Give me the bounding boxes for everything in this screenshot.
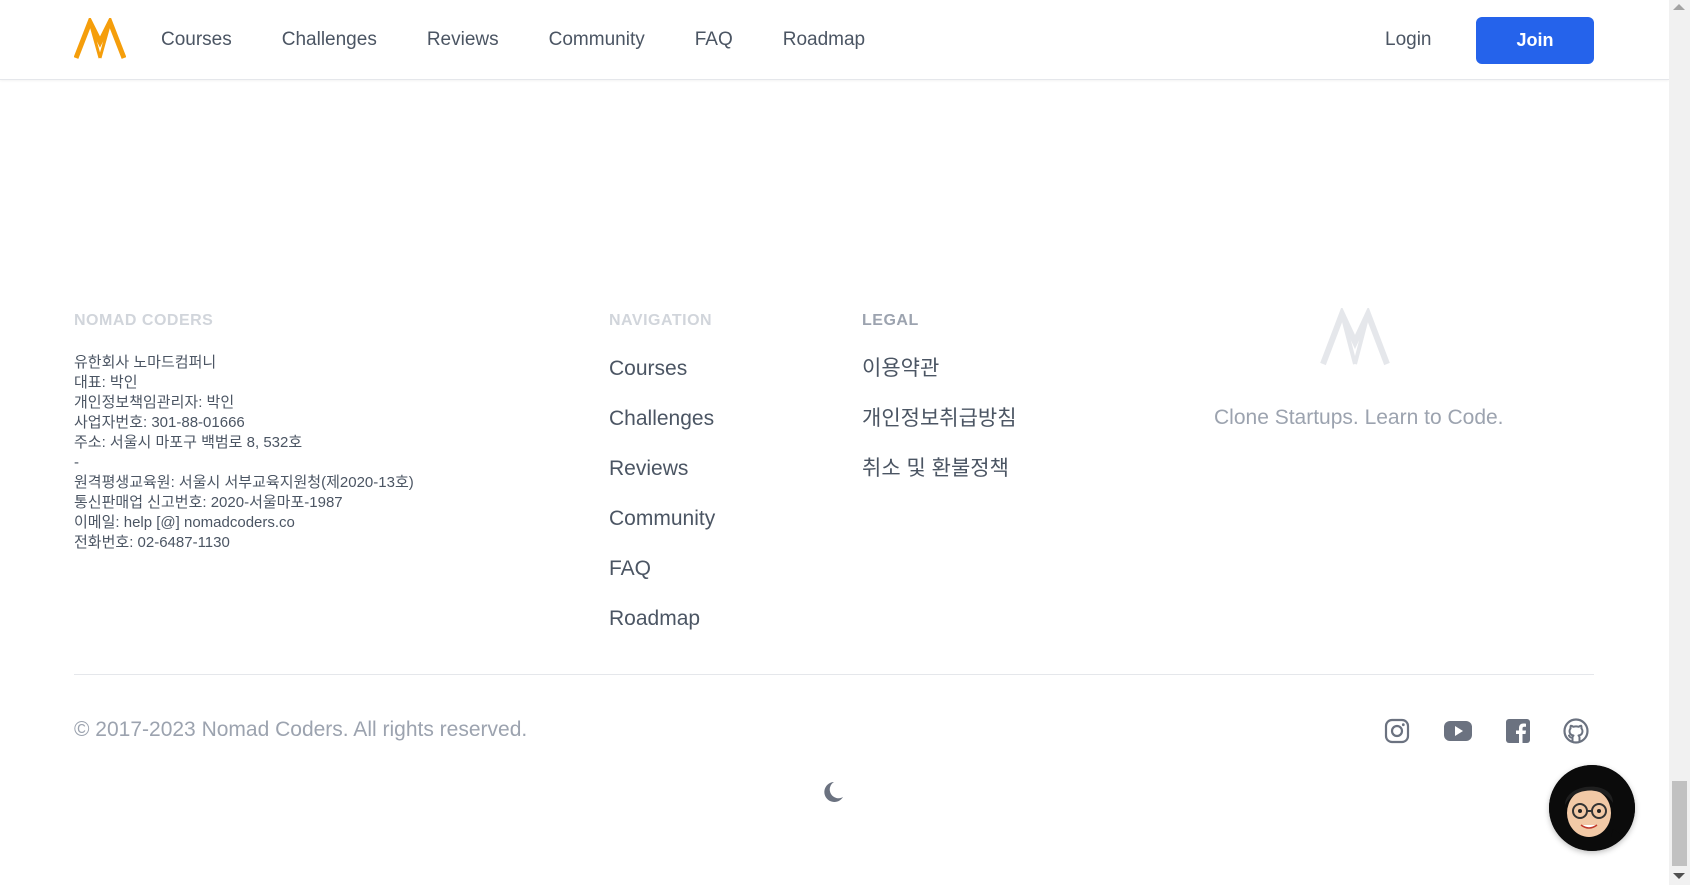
scroll-down-arrow-icon[interactable] — [1673, 873, 1685, 879]
facebook-icon[interactable] — [1506, 719, 1530, 748]
legal-title: LEGAL — [862, 312, 919, 329]
company-info-line: 원격평생교육원: 서울시 서부교육지원청(제2020-13호) — [74, 474, 414, 491]
company-info-line: - — [74, 454, 79, 471]
footer-link-courses[interactable]: Courses — [609, 352, 715, 402]
company-info-line: 이메일: help [@] nomadcoders.co — [74, 514, 295, 531]
footer-navigation: Courses Challenges Reviews Community FAQ… — [609, 352, 715, 652]
instagram-icon[interactable] — [1384, 718, 1410, 749]
nomad-coders-logo-icon[interactable] — [74, 18, 126, 60]
nav-reviews[interactable]: Reviews — [427, 29, 499, 51]
footer-legal: 이용약관 개인정보취급방침 취소 및 환불정책 — [862, 352, 1017, 502]
company-info-line: 주소: 서울시 마포구 백범로 8, 532호 — [74, 434, 303, 451]
page: Courses Challenges Reviews Community FAQ… — [0, 0, 1669, 885]
vertical-scrollbar[interactable] — [1669, 0, 1690, 885]
nav-community[interactable]: Community — [549, 29, 645, 51]
company-info-line: 전화번호: 02-6487-1130 — [74, 534, 230, 551]
company-info-line: 대표: 박인 — [74, 374, 138, 391]
scroll-up-arrow-icon[interactable] — [1673, 4, 1685, 10]
social-links — [1384, 718, 1589, 749]
copyright: © 2017-2023 Nomad Coders. All rights res… — [74, 718, 528, 741]
company-info-line: 유한회사 노마드컴퍼니 — [74, 354, 217, 371]
chat-avatar-button[interactable] — [1549, 765, 1635, 851]
footer-link-community[interactable]: Community — [609, 502, 715, 552]
youtube-icon[interactable] — [1443, 720, 1473, 747]
github-icon[interactable] — [1563, 718, 1589, 749]
brand-mark-icon — [1320, 308, 1390, 366]
nav-courses[interactable]: Courses — [161, 29, 232, 51]
footer-divider — [74, 674, 1594, 675]
top-header: Courses Challenges Reviews Community FAQ… — [0, 0, 1669, 80]
company-info: 유한회사 노마드컴퍼니 대표: 박인 개인정보책임관리자: 박인 사업자번호: … — [74, 353, 414, 553]
main-nav: Courses Challenges Reviews Community FAQ… — [161, 0, 915, 80]
company-info-line: 사업자번호: 301-88-01666 — [74, 414, 245, 431]
legal-link-terms[interactable]: 이용약관 — [862, 352, 1017, 402]
navigation-title: NAVIGATION — [609, 312, 713, 329]
company-info-line: 통신판매업 신고번호: 2020-서울마포-1987 — [74, 494, 343, 511]
footer-link-faq[interactable]: FAQ — [609, 552, 715, 602]
legal-link-refund[interactable]: 취소 및 환불정책 — [862, 452, 1017, 502]
footer-link-reviews[interactable]: Reviews — [609, 452, 715, 502]
company-info-line: 개인정보책임관리자: 박인 — [74, 394, 235, 411]
join-button[interactable]: Join — [1476, 17, 1594, 64]
nav-roadmap[interactable]: Roadmap — [783, 29, 865, 51]
nav-challenges[interactable]: Challenges — [282, 29, 377, 51]
legal-link-privacy[interactable]: 개인정보취급방침 — [862, 402, 1017, 452]
login-link[interactable]: Login — [1385, 29, 1432, 51]
footer-link-roadmap[interactable]: Roadmap — [609, 602, 715, 652]
scrollbar-thumb[interactable] — [1672, 781, 1687, 866]
moon-icon[interactable] — [822, 778, 850, 806]
nav-faq[interactable]: FAQ — [695, 29, 733, 51]
company-title: NOMAD CODERS — [74, 312, 214, 329]
tagline: Clone Startups. Learn to Code. — [1214, 406, 1504, 429]
footer-link-challenges[interactable]: Challenges — [609, 402, 715, 452]
